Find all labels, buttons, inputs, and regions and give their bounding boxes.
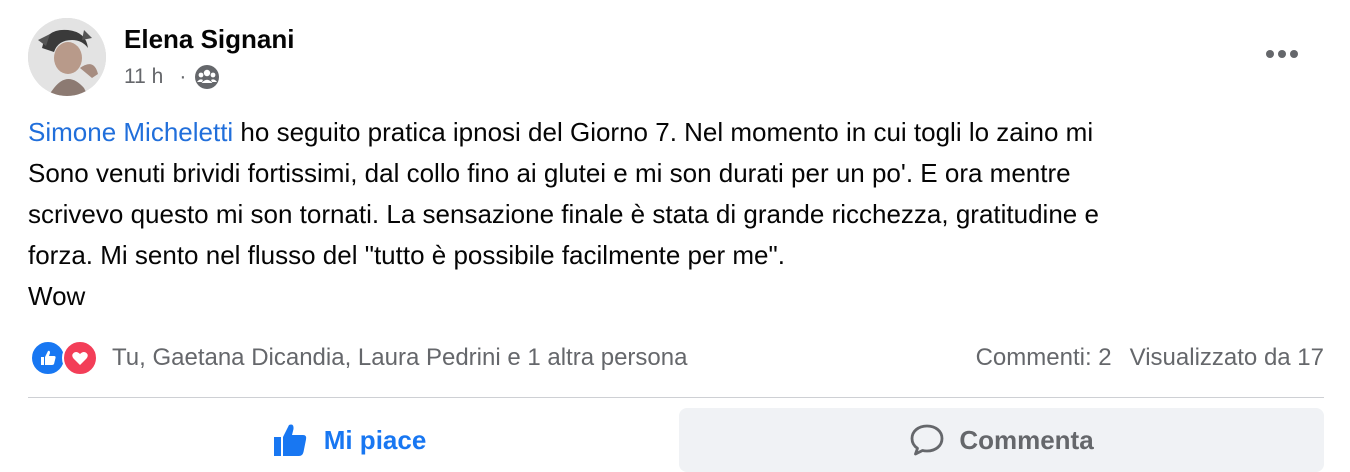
like-icon <box>273 424 306 456</box>
reactors-summary[interactable]: Tu, Gaetana Dicandia, Laura Pedrini e 1 … <box>112 344 687 372</box>
comment-label: Commenta <box>959 424 1094 455</box>
avatar-image <box>28 18 106 96</box>
comment-icon <box>910 424 944 456</box>
post-stats: Commenti: 2 Visualizzato da 17 <box>976 344 1324 372</box>
post-text-line-5: Wow <box>28 281 86 311</box>
friends-icon[interactable] <box>194 64 220 90</box>
more-dots-icon <box>1266 50 1298 58</box>
post-time[interactable]: 11 h <box>124 65 163 89</box>
views-count[interactable]: Visualizzato da 17 <box>1130 344 1324 372</box>
meta-separator: · <box>179 65 187 88</box>
post-text: Simone Micheletti ho seguito pratica ipn… <box>28 112 1328 317</box>
reactions-row: Tu, Gaetana Dicandia, Laura Pedrini e 1 … <box>30 338 1324 378</box>
post-meta: 11 h · <box>124 64 220 90</box>
comments-count[interactable]: Commenti: 2 <box>976 344 1112 372</box>
comment-button[interactable]: Commenta <box>679 408 1324 472</box>
post-text-line-2: Sono venuti brividi fortissimi, dal coll… <box>28 158 1071 188</box>
post-text-segment: ho seguito pratica ipnosi del Giorno 7. … <box>233 117 1094 147</box>
mention-link[interactable]: Simone Micheletti <box>28 117 233 147</box>
post-text-line-4: forza. Mi sento nel flusso del "tutto è … <box>28 240 785 270</box>
like-button[interactable]: Mi piace <box>28 408 668 472</box>
reaction-icons[interactable] <box>30 340 98 376</box>
facebook-post: Elena Signani 11 h · Simone Micheletti h… <box>0 0 1350 472</box>
avatar[interactable] <box>28 18 106 96</box>
post-text-line-3: scrivevo questo mi son tornati. La sensa… <box>28 199 1099 229</box>
more-options-button[interactable] <box>1262 36 1302 72</box>
post-text-line-1: Simone Micheletti ho seguito pratica ipn… <box>28 112 1328 153</box>
love-reaction-icon <box>62 340 98 376</box>
author-name[interactable]: Elena Signani <box>124 24 295 55</box>
divider <box>28 397 1324 398</box>
like-label: Mi piace <box>323 424 427 455</box>
like-reaction-icon <box>30 340 66 376</box>
stats-gap <box>1112 344 1130 372</box>
